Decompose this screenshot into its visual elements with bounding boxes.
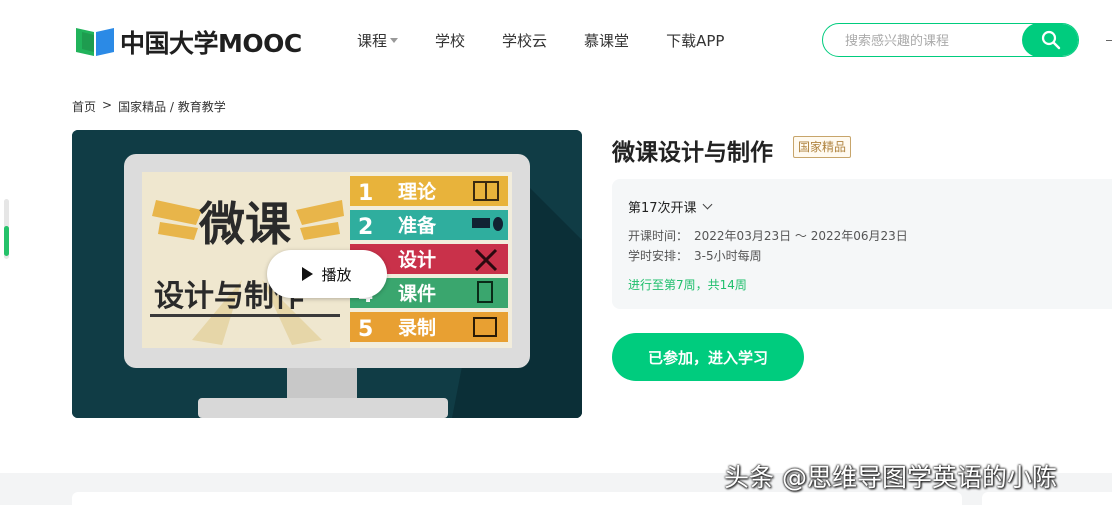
search-box xyxy=(822,23,1079,57)
step-num-2: 2 xyxy=(358,215,373,240)
step-text-2: 准备 xyxy=(398,214,437,237)
hours-row: 学时安排： 3-5小时每周 xyxy=(628,247,762,264)
step-text-1: 理论 xyxy=(398,180,437,203)
mooc-logo[interactable]: 中国大学MOOC xyxy=(74,24,302,60)
course-progress: 进行至第7周，共14周 xyxy=(628,278,747,292)
breadcrumb: 首页 > 国家精品 / 教育教学 xyxy=(72,98,232,115)
start-time-value: 2022年03月23日 ～ 2022年06月23日 xyxy=(694,229,908,243)
play-icon xyxy=(302,267,314,281)
chevron-down-icon xyxy=(702,199,712,210)
play-button[interactable]: 播放 xyxy=(267,250,387,298)
start-time-row: 开课时间： 2022年03月23日 ～ 2022年06月23日 xyxy=(628,227,908,244)
watermark-text: 头条 @思维导图学英语的小陈 xyxy=(724,463,1057,492)
search-input[interactable] xyxy=(845,31,1015,51)
thumb-title-1: 微课 xyxy=(198,197,292,251)
breadcrumb-home[interactable]: 首页 xyxy=(72,98,96,115)
nav-item-courses[interactable]: 课程 xyxy=(357,30,399,51)
nav-item-download-app[interactable]: 下载APP xyxy=(666,30,724,51)
national-quality-badge: 国家精品 xyxy=(793,136,852,158)
step-text-5: 录制 xyxy=(398,316,436,339)
session-label: 第17次开课 xyxy=(628,201,697,216)
search-button[interactable] xyxy=(1022,24,1078,56)
logo-book-icon xyxy=(74,26,116,58)
course-page: 中国大学MOOC 课程 学校 学校云 慕课堂 下载APP 搜索感兴趣的课程 首页… xyxy=(0,0,1112,505)
more-icon[interactable] xyxy=(1106,40,1112,41)
keyboard-icon xyxy=(472,218,490,228)
breadcrumb-category[interactable]: 国家精品 / 教育教学 xyxy=(118,98,226,115)
play-label: 播放 xyxy=(321,265,352,284)
nav-label: 课程 xyxy=(357,32,388,50)
step-num-1: 1 xyxy=(358,181,373,206)
caret-down-icon xyxy=(390,38,399,43)
hours-value: 3-5小时每周 xyxy=(694,249,762,263)
mouse-icon xyxy=(493,217,503,231)
nav-label: 下载APP xyxy=(666,32,725,50)
search-icon xyxy=(1041,30,1060,50)
step-num-5: 5 xyxy=(358,317,373,342)
start-time-label: 开课时间： xyxy=(628,229,689,243)
logo-text: 中国大学MOOC xyxy=(120,29,302,58)
nav-item-school-cloud[interactable]: 学校云 xyxy=(502,30,547,51)
course-title: 微课设计与制作 xyxy=(612,140,773,166)
nav-label: 慕课堂 xyxy=(584,32,630,50)
breadcrumb-separator: > xyxy=(102,98,113,112)
nav-label: 学校 xyxy=(435,32,466,50)
session-selector[interactable]: 第17次开课 xyxy=(628,197,712,216)
hours-label: 学时安排： xyxy=(628,249,689,263)
nav-label: 学校云 xyxy=(502,32,548,50)
step-text-4: 课件 xyxy=(398,282,436,305)
enter-study-button[interactable]: 已参加，进入学习 xyxy=(612,333,804,381)
session-info-card: 第17次开课 开课时间： 2022年03月23日 ～ 2022年06月23日 学时… xyxy=(612,179,1112,309)
main-nav: 课程 学校 学校云 慕课堂 下载APP xyxy=(357,30,761,51)
step-text-3: 设计 xyxy=(398,249,436,271)
side-scroll-thumb[interactable] xyxy=(4,226,9,256)
nav-item-schools[interactable]: 学校 xyxy=(435,30,465,51)
nav-item-mooc-class[interactable]: 慕课堂 xyxy=(584,30,629,51)
